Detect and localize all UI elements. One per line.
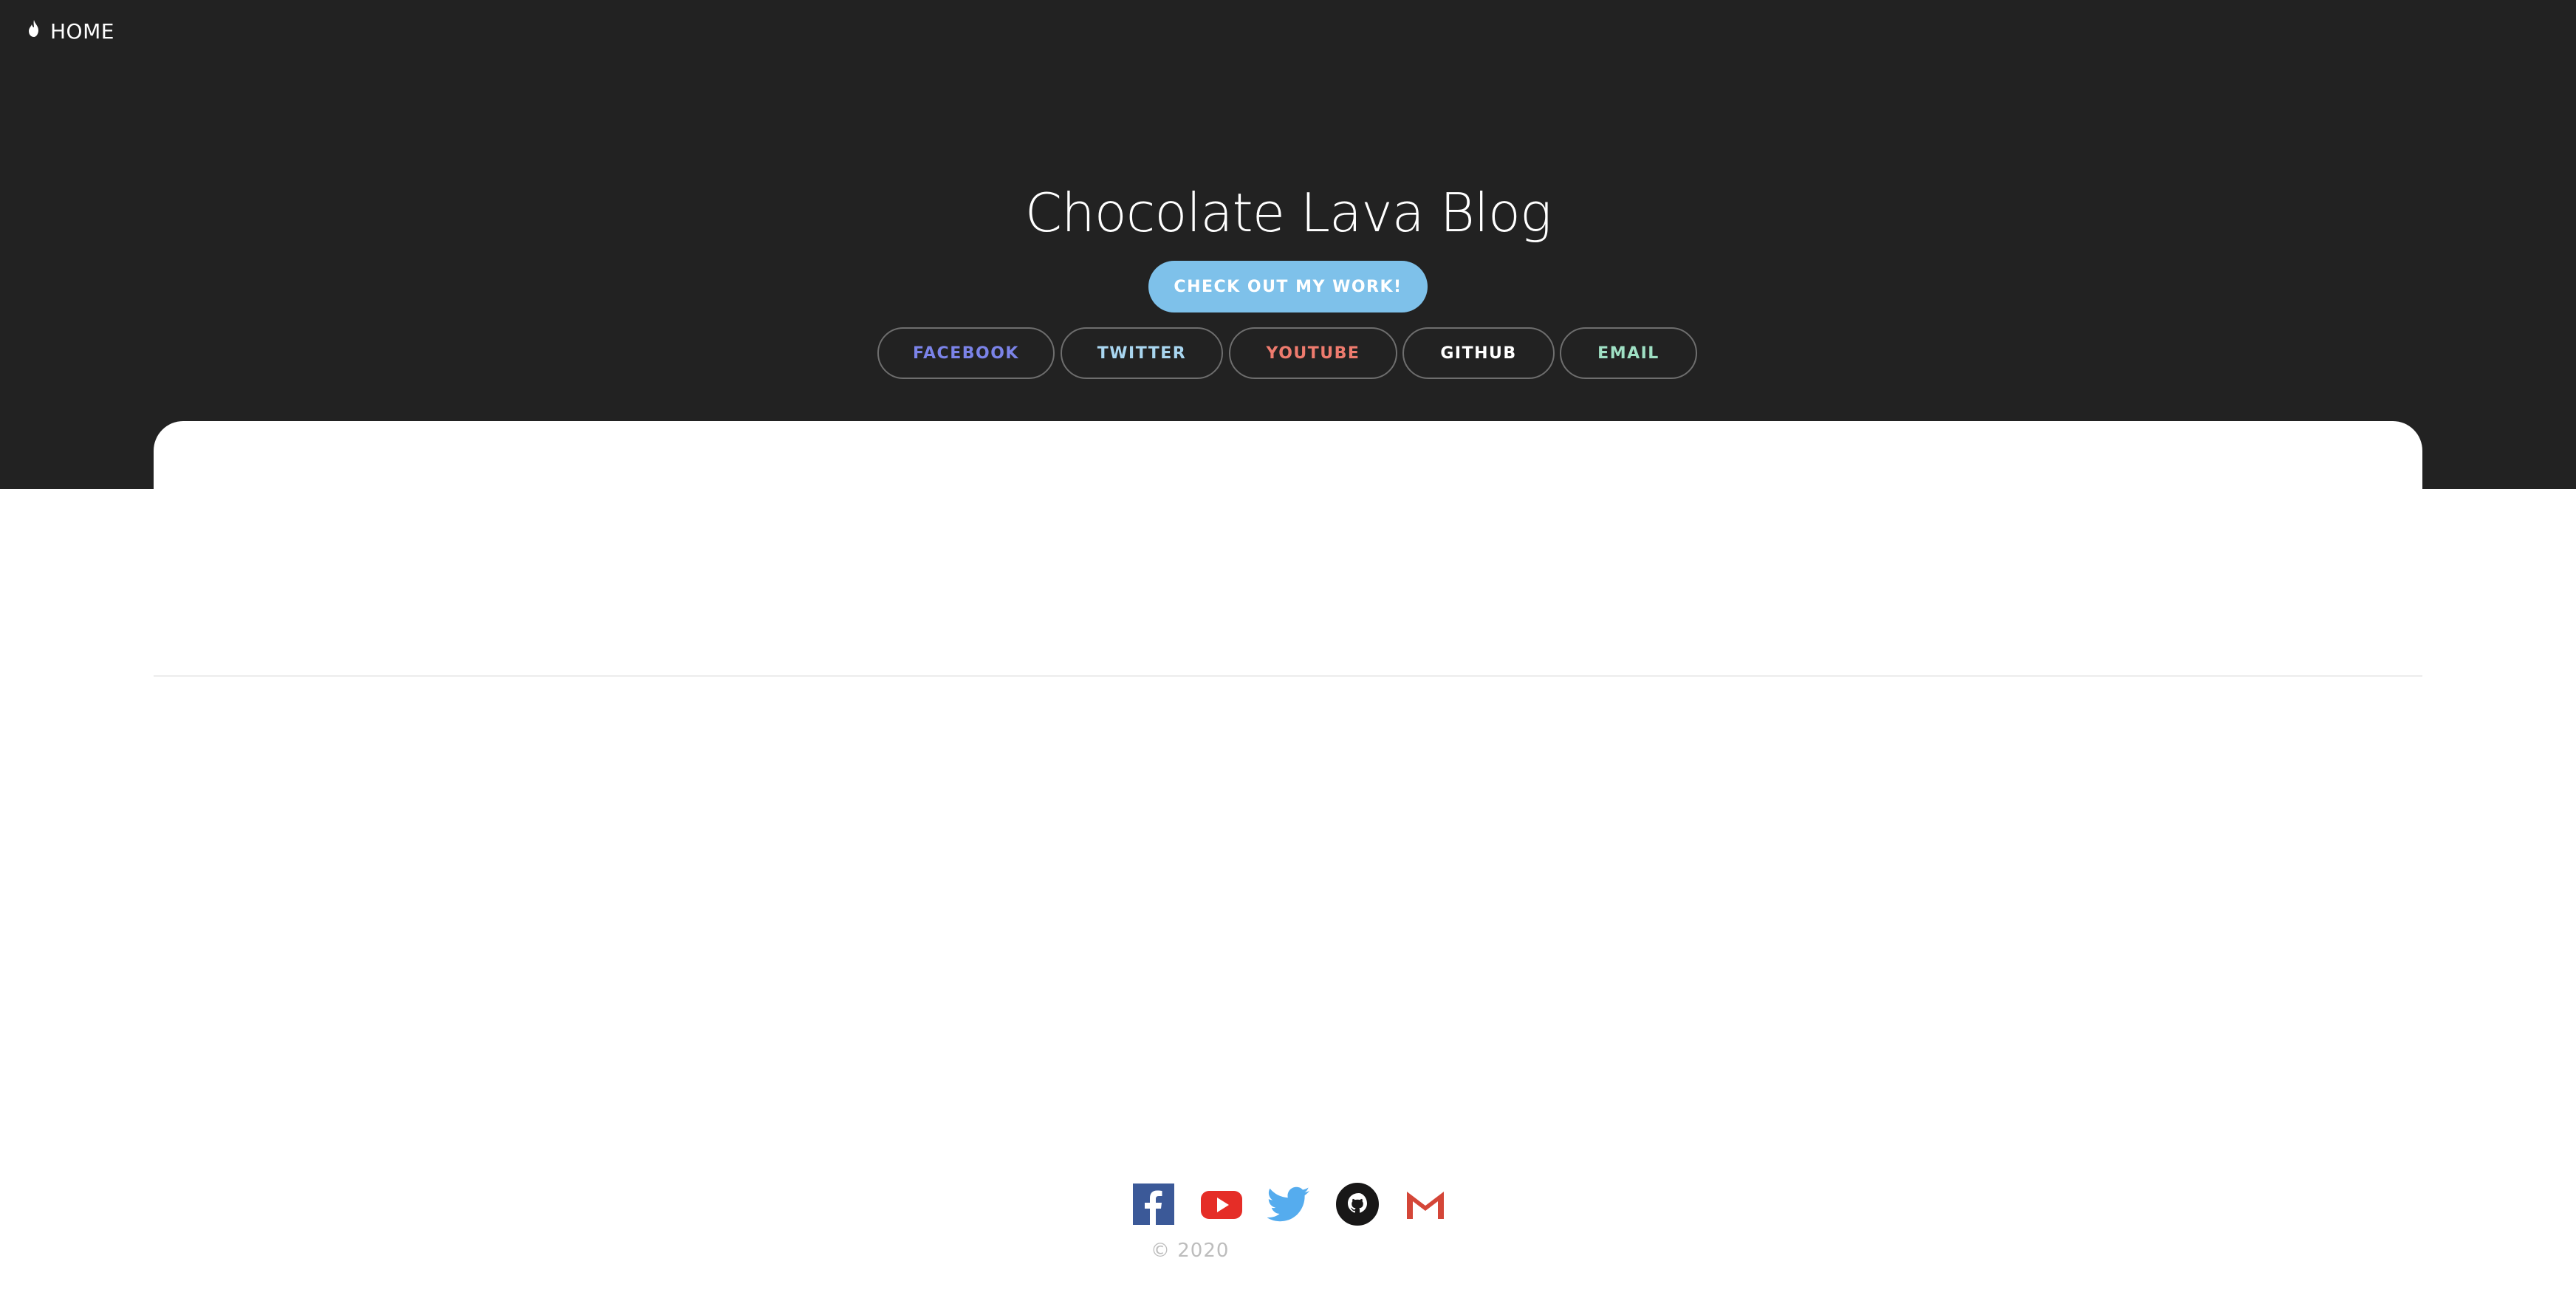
footer-social-icons <box>1131 1182 1448 1226</box>
youtube-icon[interactable] <box>1199 1182 1244 1226</box>
twitter-icon[interactable] <box>1267 1182 1312 1226</box>
flame-icon <box>27 19 41 44</box>
gmail-icon[interactable] <box>1403 1182 1448 1226</box>
facebook-button[interactable]: FACEBOOK <box>877 327 1055 379</box>
github-icon[interactable] <box>1335 1182 1380 1226</box>
hero-header: HOME Chocolate Lava Blog CHECK OUT MY WO… <box>0 0 2576 489</box>
github-button[interactable]: GITHUB <box>1402 327 1555 379</box>
twitter-button[interactable]: TWITTER <box>1061 327 1223 379</box>
twitter-button-label: TWITTER <box>1097 344 1187 363</box>
home-link[interactable]: HOME <box>27 19 114 44</box>
email-button-label: EMAIL <box>1597 344 1659 363</box>
page-title: Chocolate Lava Blog <box>1024 182 1552 244</box>
youtube-button-label: YOUTUBE <box>1266 344 1360 363</box>
content-card <box>154 421 2422 677</box>
check-out-my-work-button[interactable]: CHECK OUT MY WORK! <box>1148 261 1428 312</box>
youtube-button[interactable]: YOUTUBE <box>1229 327 1397 379</box>
github-button-label: GITHUB <box>1440 344 1517 363</box>
home-label: HOME <box>50 19 114 44</box>
facebook-button-label: FACEBOOK <box>913 344 1019 363</box>
copyright-text: © 2020 <box>1151 1240 1230 1262</box>
facebook-icon[interactable] <box>1131 1182 1176 1226</box>
email-button[interactable]: EMAIL <box>1560 327 1697 379</box>
